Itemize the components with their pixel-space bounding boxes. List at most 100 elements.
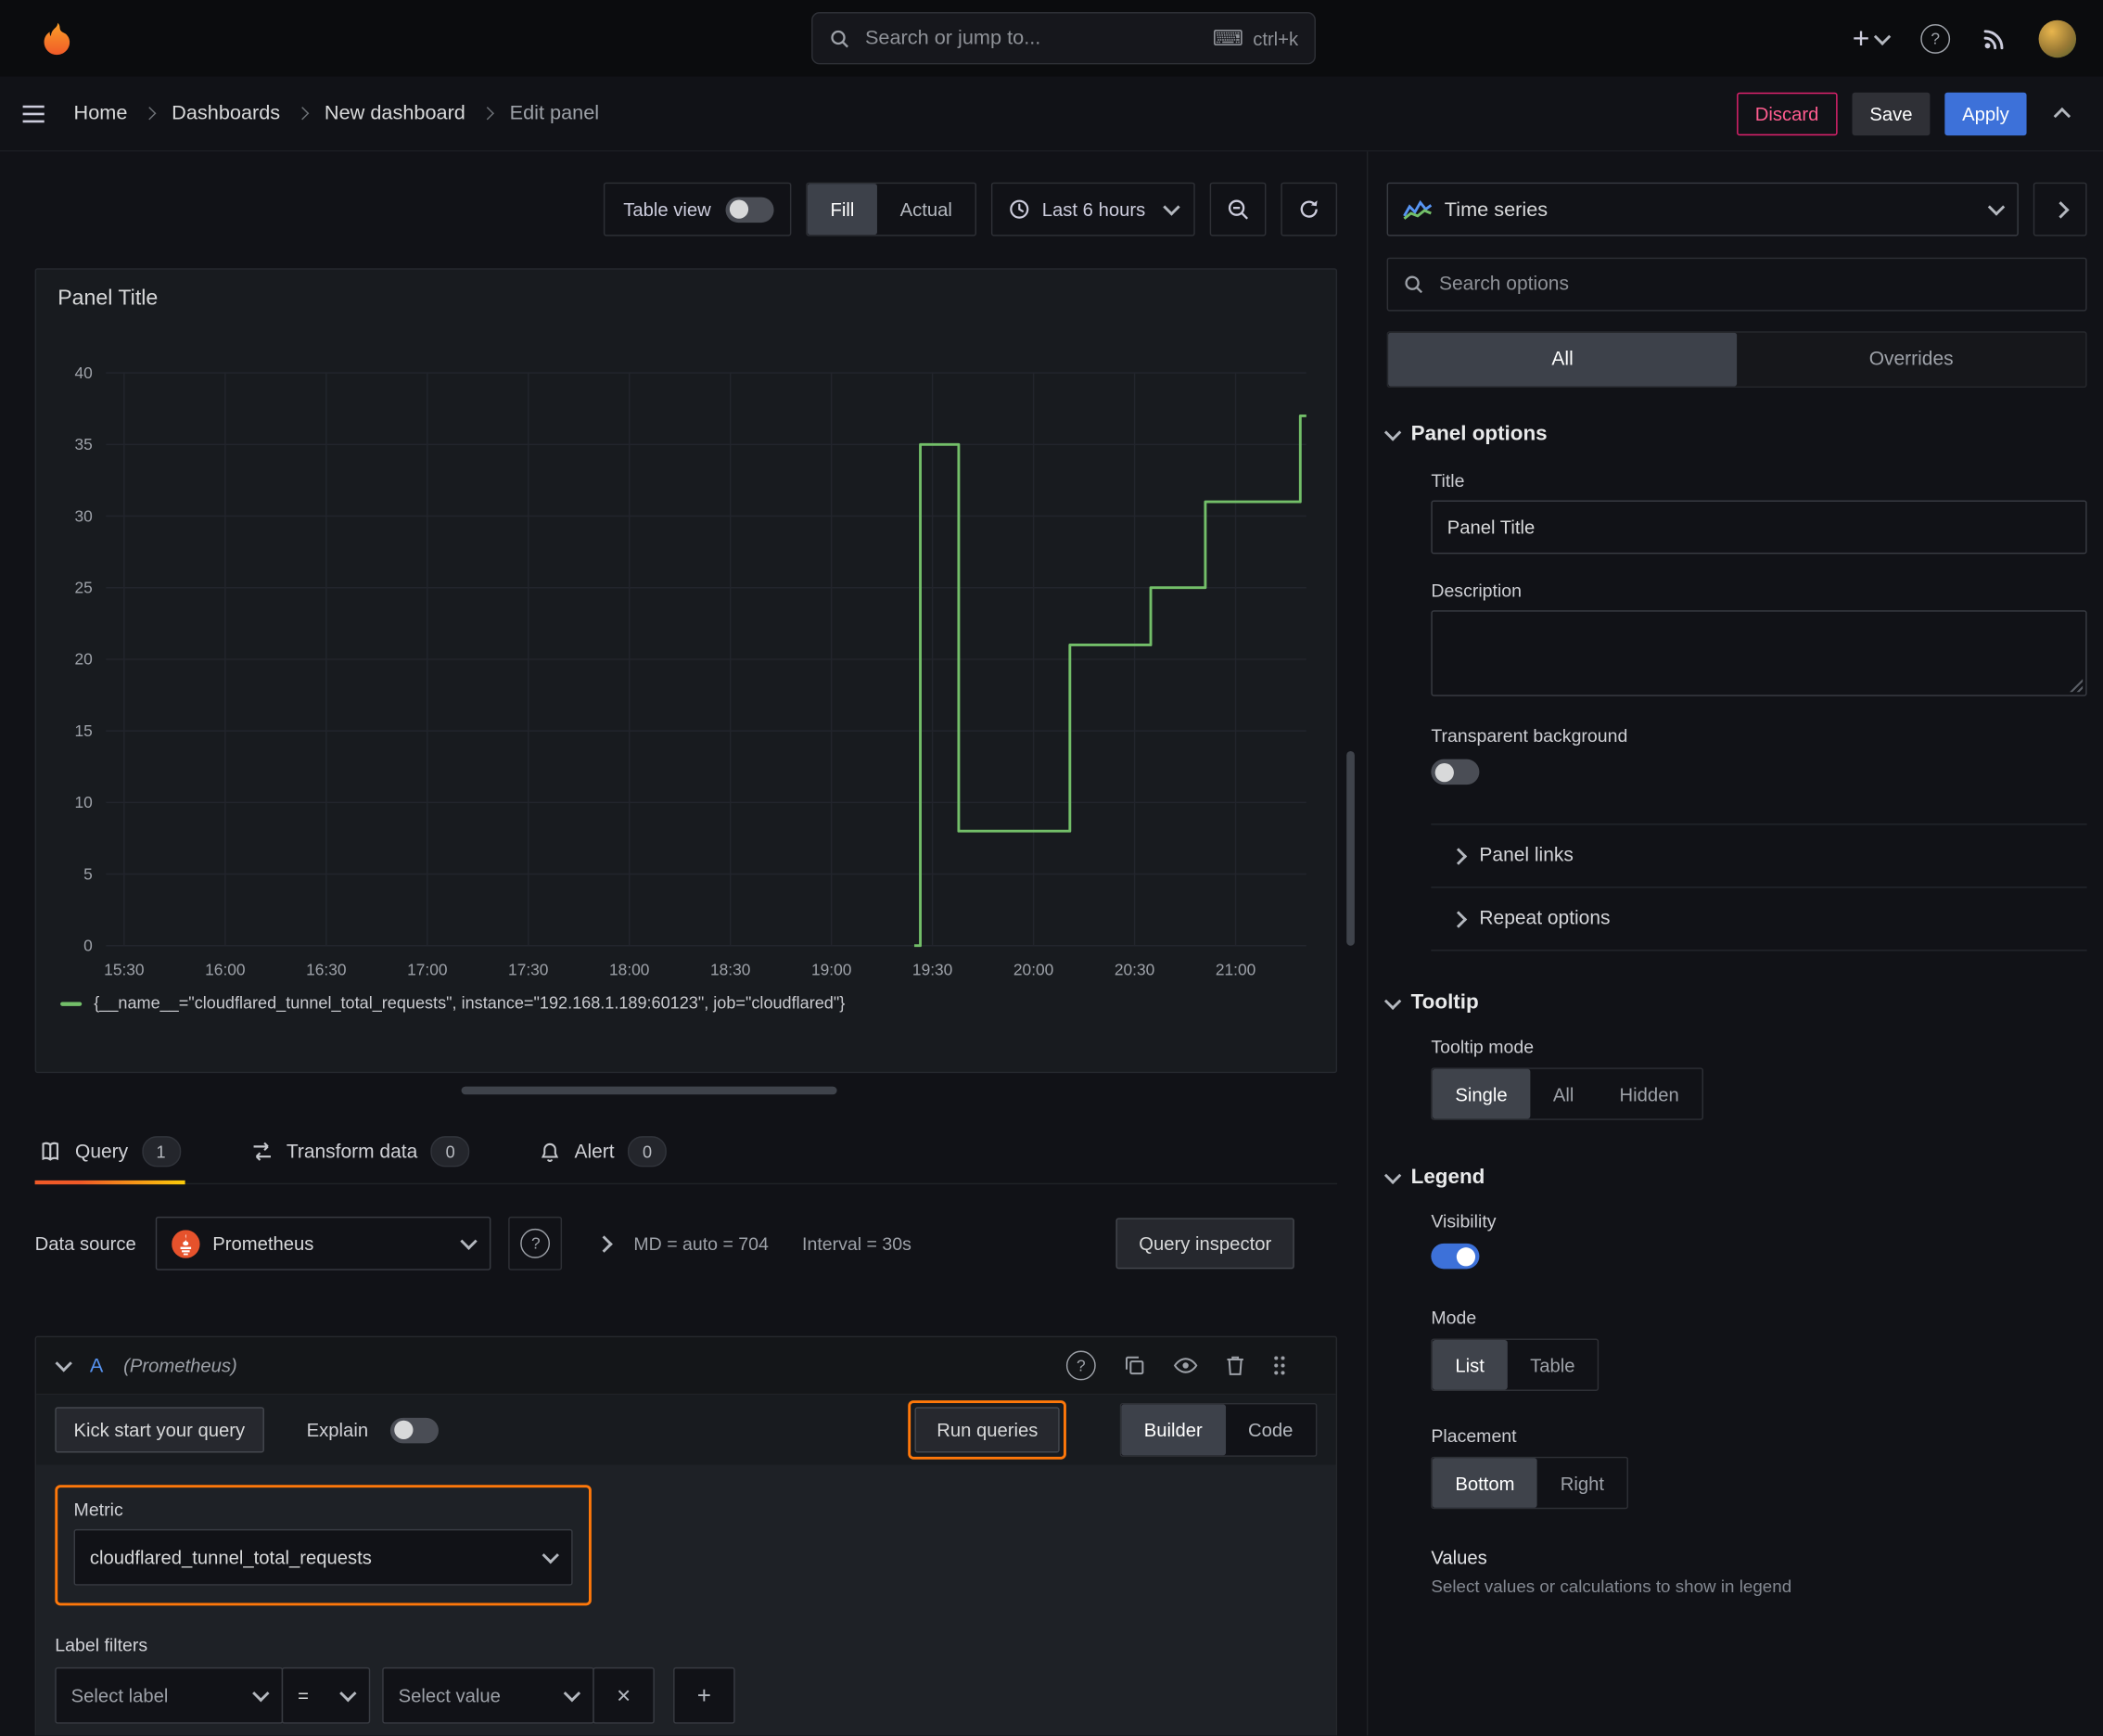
actual-option[interactable]: Actual: [877, 184, 975, 235]
options-search[interactable]: [1386, 257, 2087, 312]
query-ref-id[interactable]: A: [90, 1354, 103, 1377]
legend-mode-table[interactable]: Table: [1507, 1340, 1598, 1390]
chevron-down-icon: [1383, 992, 1402, 1010]
svg-text:19:30: 19:30: [912, 961, 952, 979]
chevron-down-icon: [339, 1684, 357, 1703]
collapse-options-pane-button[interactable]: [2033, 182, 2087, 236]
panel-title-input[interactable]: [1431, 500, 2087, 555]
legend-series-label: {__name__="cloudflared_tunnel_total_requ…: [94, 993, 846, 1014]
datasource-help-button[interactable]: ?: [508, 1216, 563, 1270]
help-button[interactable]: ?: [1920, 23, 1951, 54]
title-field: Title: [1431, 470, 2087, 555]
datasource-row: Data source Prometheus ? MD = auto = 704…: [35, 1215, 1337, 1271]
apply-button[interactable]: Apply: [1944, 92, 2027, 135]
tab-alert[interactable]: Alert 0: [536, 1120, 671, 1183]
explain-label: Explain: [306, 1419, 369, 1441]
legend-placement-bottom[interactable]: Bottom: [1432, 1458, 1538, 1508]
collapse-header-button[interactable]: [2041, 94, 2081, 134]
remove-filter-button[interactable]: ×: [593, 1666, 655, 1724]
repeat-options-section[interactable]: Repeat options: [1431, 887, 2087, 950]
delete-query-icon[interactable]: [1226, 1355, 1244, 1376]
tab-overrides[interactable]: Overrides: [1737, 333, 2085, 387]
run-queries-button[interactable]: Run queries: [915, 1407, 1060, 1453]
query-inspector-button[interactable]: Query inspector: [1115, 1218, 1294, 1270]
legend-values-label: Values: [1431, 1546, 1487, 1568]
metric-label: Metric: [73, 1500, 123, 1520]
drag-handle-icon[interactable]: [1273, 1355, 1286, 1376]
plus-icon: +: [1852, 20, 1870, 55]
global-search[interactable]: ⌨ ctrl+k: [811, 12, 1316, 65]
breadcrumb-bar: Home Dashboards New dashboard Edit panel…: [0, 76, 2103, 152]
tooltip-mode-all[interactable]: All: [1530, 1069, 1597, 1119]
chevron-right-icon: [1449, 847, 1468, 865]
breadcrumb-new-dashboard[interactable]: New dashboard: [325, 102, 465, 125]
vertical-scrollbar[interactable]: [1346, 751, 1355, 946]
horizontal-scrollbar[interactable]: [461, 1086, 837, 1095]
panel-edit-actions: Discard Save Apply: [1736, 92, 2082, 135]
datasource-picker[interactable]: Prometheus: [156, 1216, 492, 1270]
new-menu-button[interactable]: +: [1852, 20, 1892, 55]
add-filter-button[interactable]: +: [673, 1666, 735, 1724]
options-search-input[interactable]: [1436, 272, 2071, 297]
panel-options-header[interactable]: Panel options: [1383, 423, 2087, 447]
panel-links-section[interactable]: Panel links: [1431, 823, 2087, 887]
table-view-toggle[interactable]: [725, 196, 774, 223]
chevron-right-icon: [143, 107, 157, 121]
tab-query[interactable]: Query 1: [34, 1120, 185, 1185]
options-expand-icon[interactable]: [596, 1234, 614, 1253]
metric-highlight: Metric cloudflared_tunnel_total_requests: [55, 1485, 592, 1606]
menu-toggle-button[interactable]: [21, 104, 45, 122]
grafana-logo-icon[interactable]: [38, 19, 78, 58]
query-help-button[interactable]: ?: [1065, 1350, 1096, 1381]
legend-values-help: Select values or calculations to show in…: [1431, 1576, 1792, 1597]
duplicate-query-icon[interactable]: [1124, 1355, 1145, 1376]
legend-visibility-toggle[interactable]: [1431, 1243, 1480, 1270]
operator-dropdown[interactable]: =: [281, 1666, 371, 1724]
time-range-picker[interactable]: Last 6 hours: [990, 182, 1195, 236]
tab-transform-label: Transform data: [286, 1141, 418, 1163]
transform-count-badge: 0: [430, 1136, 470, 1168]
legend-mode-label: Mode: [1431, 1308, 1477, 1328]
chevron-down-icon: [1383, 1167, 1402, 1185]
tooltip-mode-hidden[interactable]: Hidden: [1597, 1069, 1702, 1119]
code-option[interactable]: Code: [1225, 1404, 1316, 1455]
explain-toggle[interactable]: [389, 1417, 439, 1443]
legend-placement-right[interactable]: Right: [1537, 1458, 1626, 1508]
tab-all[interactable]: All: [1388, 332, 1738, 387]
collapse-query-icon[interactable]: [55, 1355, 72, 1372]
fill-option[interactable]: Fill: [807, 184, 877, 236]
kick-start-button[interactable]: Kick start your query: [55, 1407, 264, 1453]
zoom-out-button[interactable]: [1209, 182, 1267, 236]
title-label: Title: [1431, 470, 1465, 491]
visualization-picker[interactable]: Time series: [1386, 182, 2019, 236]
builder-option[interactable]: Builder: [1121, 1404, 1226, 1456]
select-label-dropdown[interactable]: Select label: [55, 1666, 284, 1724]
search-input[interactable]: [862, 25, 1201, 51]
legend-header[interactable]: Legend: [1383, 1166, 2087, 1190]
legend-mode-list[interactable]: List: [1432, 1339, 1508, 1390]
tooltip-mode-single[interactable]: Single: [1432, 1068, 1531, 1119]
query-builder-body: Metric cloudflared_tunnel_total_requests…: [36, 1464, 1336, 1736]
tooltip-header[interactable]: Tooltip: [1383, 991, 2087, 1015]
query-editor-card: A (Prometheus) ? Kick start your query E…: [34, 1335, 1338, 1736]
transparent-background-toggle[interactable]: [1431, 759, 1480, 785]
time-series-chart[interactable]: 0 5 10 15 20 25 30 35 40 15:30 16:00 16:30 17:00 17:3…: [36, 270, 1336, 1069]
discard-button[interactable]: Discard: [1736, 92, 1838, 135]
chevron-down-icon: [1163, 198, 1180, 216]
chart-legend-item[interactable]: {__name__="cloudflared_tunnel_total_requ…: [60, 994, 845, 1013]
refresh-button[interactable]: [1281, 182, 1338, 236]
panel-description-input[interactable]: [1431, 610, 2087, 696]
select-value-dropdown[interactable]: Select value: [382, 1666, 594, 1724]
breadcrumb-dashboards[interactable]: Dashboards: [172, 102, 280, 125]
chevron-down-icon: [563, 1684, 581, 1703]
panel-preview: Panel Title 0 5 10 15 20 25 30 35 40 15:30 16:00 16…: [34, 268, 1338, 1074]
user-avatar[interactable]: [2038, 19, 2077, 57]
svg-text:21:00: 21:00: [1216, 961, 1255, 979]
breadcrumb-home[interactable]: Home: [74, 102, 128, 125]
save-button[interactable]: Save: [1852, 92, 1931, 135]
news-icon[interactable]: [1982, 26, 2007, 50]
query-count-badge: 1: [141, 1136, 181, 1168]
metric-select[interactable]: cloudflared_tunnel_total_requests: [73, 1528, 573, 1586]
tab-transform[interactable]: Transform data 0: [246, 1120, 474, 1183]
toggle-visibility-icon[interactable]: [1173, 1358, 1198, 1373]
